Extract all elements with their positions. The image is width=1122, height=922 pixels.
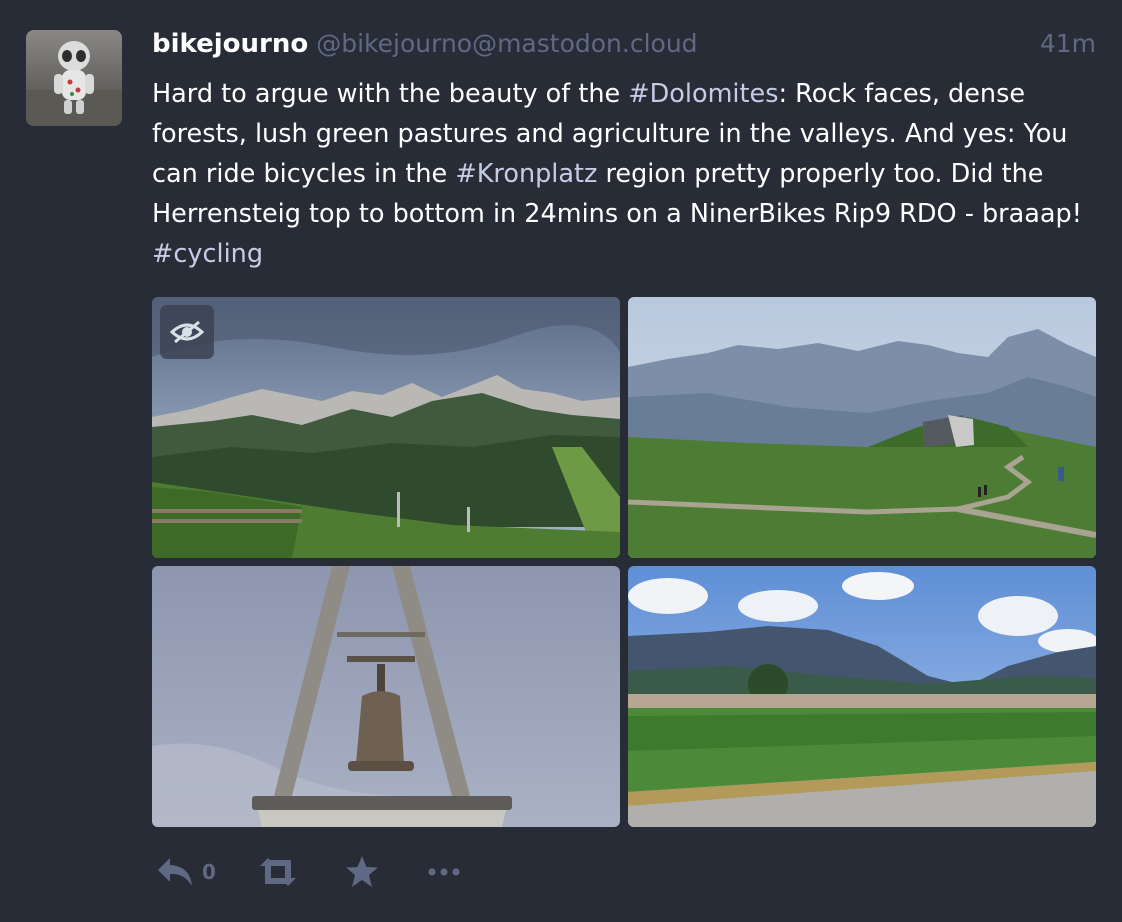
avatar[interactable]: [26, 30, 122, 126]
hide-media-button[interactable]: [160, 305, 214, 359]
avatar-image: [26, 30, 122, 126]
reply-button[interactable]: 0: [156, 848, 216, 896]
account-handle[interactable]: @bikejourno@mastodon.cloud: [316, 29, 697, 58]
media-image-alpine-pasture[interactable]: [628, 297, 1096, 558]
status-header: bikejourno @bikejourno@mastodon.cloud 41m: [152, 29, 1096, 65]
hashtag-dolomites[interactable]: #Dolomites: [628, 79, 778, 109]
alpine-pasture-photo: [628, 297, 1096, 558]
media-image-bell[interactable]: [152, 566, 620, 827]
eye-slash-icon: [170, 320, 204, 344]
media-image-cornfield[interactable]: [628, 566, 1096, 827]
hashtag-kronplatz[interactable]: #Kronplatz: [455, 159, 597, 189]
bell-photo: [152, 566, 620, 827]
reply-icon: [158, 858, 192, 886]
content-text: Hard to argue with the beauty of the: [152, 79, 629, 109]
favourite-button[interactable]: [344, 848, 380, 896]
more-icon: [428, 868, 460, 876]
media-image-mountain-valley[interactable]: [152, 297, 620, 558]
status-content: Hard to argue with the beauty of the #Do…: [152, 74, 1096, 274]
reply-count: 0: [202, 860, 216, 884]
more-button[interactable]: [428, 848, 460, 896]
hashtag-cycling[interactable]: #cycling: [152, 239, 263, 269]
cornfield-photo: [628, 566, 1096, 827]
display-name[interactable]: bikejourno: [152, 29, 308, 59]
boost-button[interactable]: [257, 848, 299, 896]
favourite-icon: [346, 856, 378, 887]
boost-icon: [260, 858, 296, 886]
mountain-valley-photo: [152, 297, 620, 558]
status-timestamp[interactable]: 41m: [1040, 29, 1096, 58]
